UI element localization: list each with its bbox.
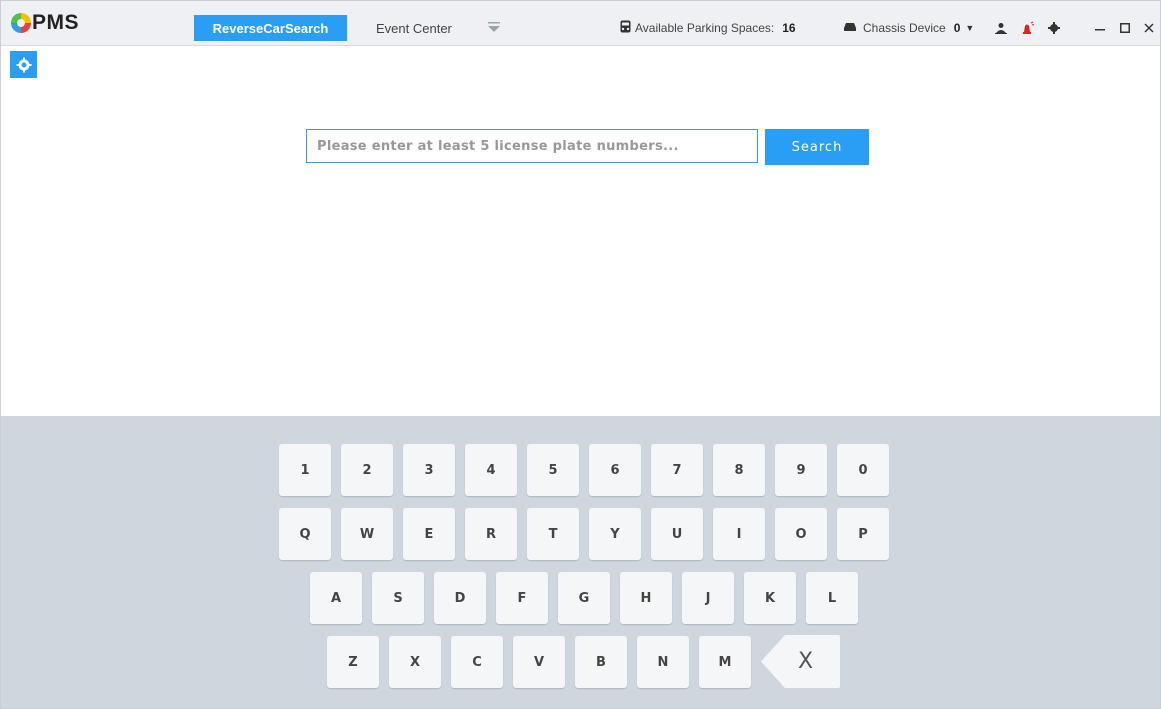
key-5[interactable]: 5 bbox=[527, 444, 579, 496]
key-a[interactable]: A bbox=[310, 572, 362, 624]
key-n[interactable]: N bbox=[637, 636, 689, 688]
key-q[interactable]: Q bbox=[279, 508, 331, 560]
key-6[interactable]: 6 bbox=[589, 444, 641, 496]
chevron-down-icon[interactable] bbox=[487, 20, 501, 34]
app-logo: PMS bbox=[11, 10, 79, 36]
key-m[interactable]: M bbox=[699, 636, 751, 688]
key-9[interactable]: 9 bbox=[775, 444, 827, 496]
parking-status: Available Parking Spaces: 16 bbox=[620, 17, 796, 39]
key-r[interactable]: R bbox=[465, 508, 517, 560]
key-f[interactable]: F bbox=[496, 572, 548, 624]
key-p[interactable]: P bbox=[837, 508, 889, 560]
chassis-count: 0 bbox=[953, 21, 961, 35]
key-8[interactable]: 8 bbox=[713, 444, 765, 496]
chassis-status[interactable]: Chassis Device 0 ▼ bbox=[843, 17, 974, 39]
app-window: PMS ReverseCarSearch Event Center Availa… bbox=[0, 0, 1161, 709]
search-button[interactable]: Search bbox=[765, 129, 869, 165]
key-i[interactable]: I bbox=[713, 508, 765, 560]
key-v[interactable]: V bbox=[513, 636, 565, 688]
key-w[interactable]: W bbox=[341, 508, 393, 560]
chassis-label: Chassis Device bbox=[863, 21, 946, 35]
key-4[interactable]: 4 bbox=[465, 444, 517, 496]
key-d[interactable]: D bbox=[434, 572, 486, 624]
backspace-label: X bbox=[798, 649, 814, 674]
key-j[interactable]: J bbox=[682, 572, 734, 624]
settings-icon[interactable] bbox=[10, 51, 37, 78]
key-z[interactable]: Z bbox=[327, 636, 379, 688]
key-2[interactable]: 2 bbox=[341, 444, 393, 496]
key-u[interactable]: U bbox=[651, 508, 703, 560]
close-icon[interactable] bbox=[1139, 15, 1159, 41]
key-s[interactable]: S bbox=[372, 572, 424, 624]
gear-icon[interactable] bbox=[1044, 15, 1064, 41]
key-1[interactable]: 1 bbox=[279, 444, 331, 496]
parking-count: 16 bbox=[782, 21, 796, 35]
key-c[interactable]: C bbox=[451, 636, 503, 688]
logo-mark-icon bbox=[11, 13, 31, 33]
key-l[interactable]: L bbox=[806, 572, 858, 624]
key-3[interactable]: 3 bbox=[403, 444, 455, 496]
logo-text: PMS bbox=[32, 11, 80, 34]
key-y[interactable]: Y bbox=[589, 508, 641, 560]
user-icon[interactable] bbox=[991, 15, 1011, 41]
tab-event-center[interactable]: Event Center bbox=[376, 15, 452, 41]
key-g[interactable]: G bbox=[558, 572, 610, 624]
parking-car-icon bbox=[620, 20, 631, 36]
top-bar: PMS ReverseCarSearch Event Center Availa… bbox=[1, 1, 1160, 46]
key-h[interactable]: H bbox=[620, 572, 672, 624]
alarm-icon[interactable] bbox=[1018, 15, 1038, 41]
key-t[interactable]: T bbox=[527, 508, 579, 560]
car-icon bbox=[843, 21, 857, 35]
key-0[interactable]: 0 bbox=[837, 444, 889, 496]
minimize-icon[interactable] bbox=[1090, 15, 1110, 41]
maximize-icon[interactable] bbox=[1115, 15, 1135, 41]
parking-label: Available Parking Spaces: bbox=[635, 21, 775, 35]
tab-reverse-car-search[interactable]: ReverseCarSearch bbox=[194, 15, 347, 41]
key-b[interactable]: B bbox=[575, 636, 627, 688]
key-7[interactable]: 7 bbox=[651, 444, 703, 496]
key-e[interactable]: E bbox=[403, 508, 455, 560]
key-o[interactable]: O bbox=[775, 508, 827, 560]
key-k[interactable]: K bbox=[744, 572, 796, 624]
chassis-dropdown-icon[interactable]: ▼ bbox=[965, 23, 974, 33]
key-x[interactable]: X bbox=[389, 636, 441, 688]
license-plate-search-input[interactable] bbox=[306, 129, 758, 163]
